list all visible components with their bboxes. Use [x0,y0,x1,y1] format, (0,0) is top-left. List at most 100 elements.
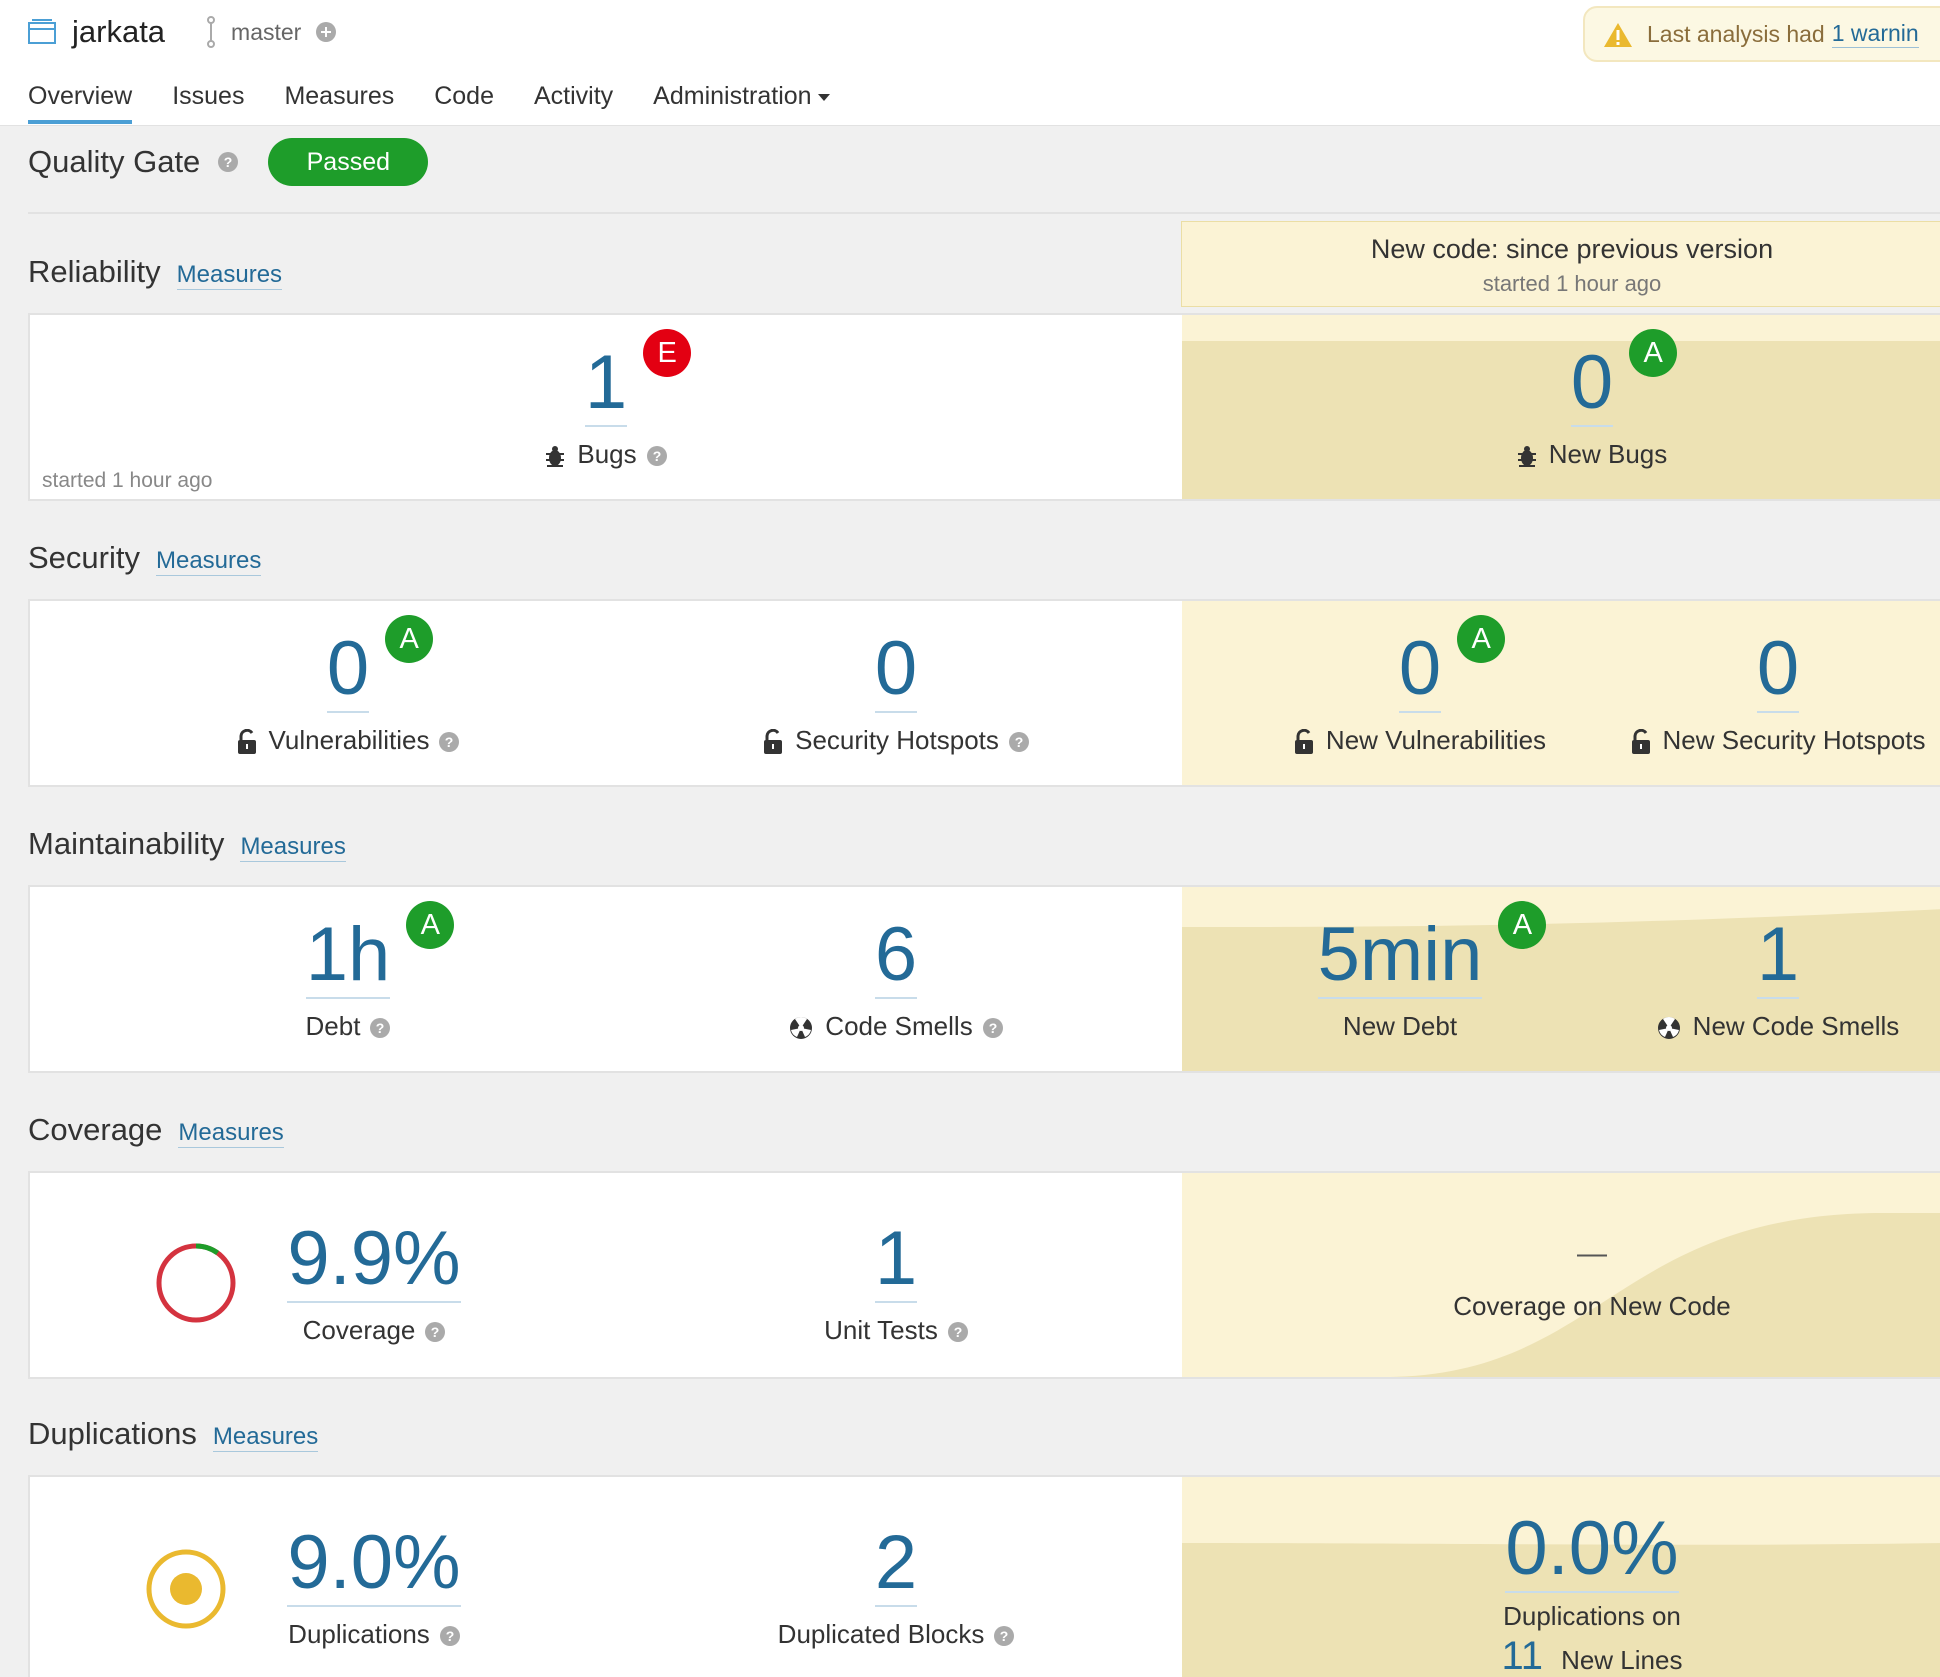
warning-text: Last analysis had [1647,20,1825,47]
debt-label-row: Debt ? [148,1011,548,1042]
bug-icon [1517,439,1537,470]
unit-tests-label-row: Unit Tests ? [696,1315,1096,1346]
project-header: jarkata master [28,12,337,52]
security-hotspots-metric: 0 Security Hotspots ? [696,631,1096,756]
new-coverage-metric: — Coverage on New Code [1392,1237,1792,1322]
help-icon[interactable]: ? [646,439,667,470]
lock-icon [237,725,257,756]
security-panel: 0A Vulnerabilities ? 0 Security Hotspots… [28,599,1940,787]
bugs-value[interactable]: 1 [584,345,628,427]
project-nav: Overview Issues Measures Code Activity A… [28,82,870,124]
new-code-smells-value[interactable]: 1 [1756,917,1800,999]
tab-overview[interactable]: Overview [28,82,133,124]
new-security-hotspots-metric: 0 New Security Hotspots [1578,631,1940,756]
new-code-smells-label: New Code Smells [1692,1011,1900,1041]
help-icon[interactable]: ? [982,1011,1003,1042]
project-icon [28,19,56,45]
new-lines-value[interactable]: 11 [1502,1634,1544,1677]
reliability-measures-link[interactable]: Measures [176,261,283,290]
security-hotspots-value[interactable]: 0 [874,631,918,713]
code-smells-value[interactable]: 6 [874,917,918,999]
code-smell-icon [1657,1011,1681,1042]
vulnerabilities-metric: 0A Vulnerabilities ? [148,615,548,756]
coverage-title: Coverage [28,1112,163,1147]
help-icon[interactable]: ? [218,152,239,172]
reliability-started: started 1 hour ago [42,469,213,492]
coverage-measures-link[interactable]: Measures [178,1119,284,1148]
tab-activity[interactable]: Activity [534,82,613,124]
security-measures-link[interactable]: Measures [155,547,262,576]
debt-rating[interactable]: A [406,901,455,949]
unit-tests-value[interactable]: 1 [874,1221,918,1303]
quality-gate: Quality Gate ? Passed [28,138,429,186]
warning-link[interactable]: 1 warnin [1831,20,1919,48]
unit-tests-metric: 1 Unit Tests ? [696,1221,1096,1346]
coverage-section-title: Coverage Measures [28,1112,284,1148]
help-icon[interactable]: ? [994,1619,1015,1650]
tab-issues[interactable]: Issues [172,82,244,124]
svg-text:?: ? [224,154,233,170]
branch-icon [205,16,217,48]
new-debt-label-row: New Debt [1200,1011,1600,1042]
new-code-smells-label-row: New Code Smells [1578,1011,1940,1042]
tab-administration-label: Administration [653,82,812,110]
new-code-smells-metric: 1 New Code Smells [1578,917,1940,1042]
new-vulnerabilities-value[interactable]: 0 [1398,631,1442,713]
help-icon[interactable]: ? [439,1619,460,1650]
tab-measures[interactable]: Measures [284,82,394,124]
security-hotspots-label-row: Security Hotspots ? [696,725,1096,756]
svg-text:?: ? [652,448,661,464]
svg-text:?: ? [1015,734,1024,750]
project-name[interactable]: jarkata [72,14,165,50]
divider [28,212,1940,214]
maintainability-section-title: Maintainability Measures [28,826,346,862]
tab-code[interactable]: Code [434,82,494,124]
plus-circle-icon[interactable] [315,21,337,43]
new-security-hotspots-value[interactable]: 0 [1756,631,1800,713]
code-smells-label-row: Code Smells ? [696,1011,1096,1042]
new-coverage-label: Coverage on New Code [1453,1291,1731,1321]
vulnerabilities-label: Vulnerabilities [268,725,430,755]
branch-name[interactable]: master [231,19,301,46]
help-icon[interactable]: ? [425,1315,446,1346]
new-duplications-value[interactable]: 0.0% [1505,1511,1679,1593]
new-duplications-label: Duplications on [1503,1601,1681,1631]
lock-icon [1294,725,1314,756]
new-duplications-label-row: Duplications on [1392,1601,1792,1632]
security-section-title: Security Measures [28,540,262,576]
duplications-panel: 9.0% Duplications ? 2 Duplicated Blocks … [28,1475,1940,1677]
security-hotspots-label: Security Hotspots [795,725,999,755]
duplicated-blocks-value[interactable]: 2 [874,1525,918,1607]
duplications-label: Duplications [288,1619,430,1649]
new-bugs-value[interactable]: 0 [1570,345,1614,427]
tab-administration[interactable]: Administration [653,82,830,124]
help-icon[interactable]: ? [439,725,460,756]
bugs-rating[interactable]: E [643,329,692,377]
debt-label: Debt [305,1011,361,1041]
new-vulnerabilities-rating[interactable]: A [1457,615,1506,663]
new-vulnerabilities-metric: 0A New Vulnerabilities [1220,615,1620,756]
new-bugs-label-row: New Bugs [1392,439,1792,470]
coverage-value[interactable]: 9.9% [287,1221,461,1303]
duplicated-blocks-label-row: Duplicated Blocks ? [696,1619,1096,1650]
new-debt-metric: 5min A New Debt [1200,901,1600,1042]
coverage-panel: 9.9% Coverage ? 1 Unit Tests ? — Coverag… [28,1171,1940,1379]
svg-text:?: ? [988,1020,997,1036]
help-icon[interactable]: ? [1008,725,1029,756]
help-icon[interactable]: ? [370,1011,391,1042]
new-debt-value[interactable]: 5min [1317,917,1483,999]
vulnerabilities-value[interactable]: 0 [326,631,370,713]
vulnerabilities-rating[interactable]: A [385,615,434,663]
duplicated-blocks-metric: 2 Duplicated Blocks ? [696,1525,1096,1650]
svg-text:?: ? [446,1628,455,1644]
help-icon[interactable]: ? [947,1315,968,1346]
new-debt-rating[interactable]: A [1498,901,1547,949]
debt-value[interactable]: 1h [305,917,391,999]
svg-text:?: ? [431,1324,440,1340]
duplications-value[interactable]: 9.0% [287,1525,461,1607]
duplications-measures-link[interactable]: Measures [212,1423,319,1452]
new-bugs-label: New Bugs [1548,439,1668,469]
new-bugs-metric: 0A New Bugs [1392,329,1792,470]
new-bugs-rating[interactable]: A [1629,329,1678,377]
maintainability-measures-link[interactable]: Measures [240,833,346,862]
